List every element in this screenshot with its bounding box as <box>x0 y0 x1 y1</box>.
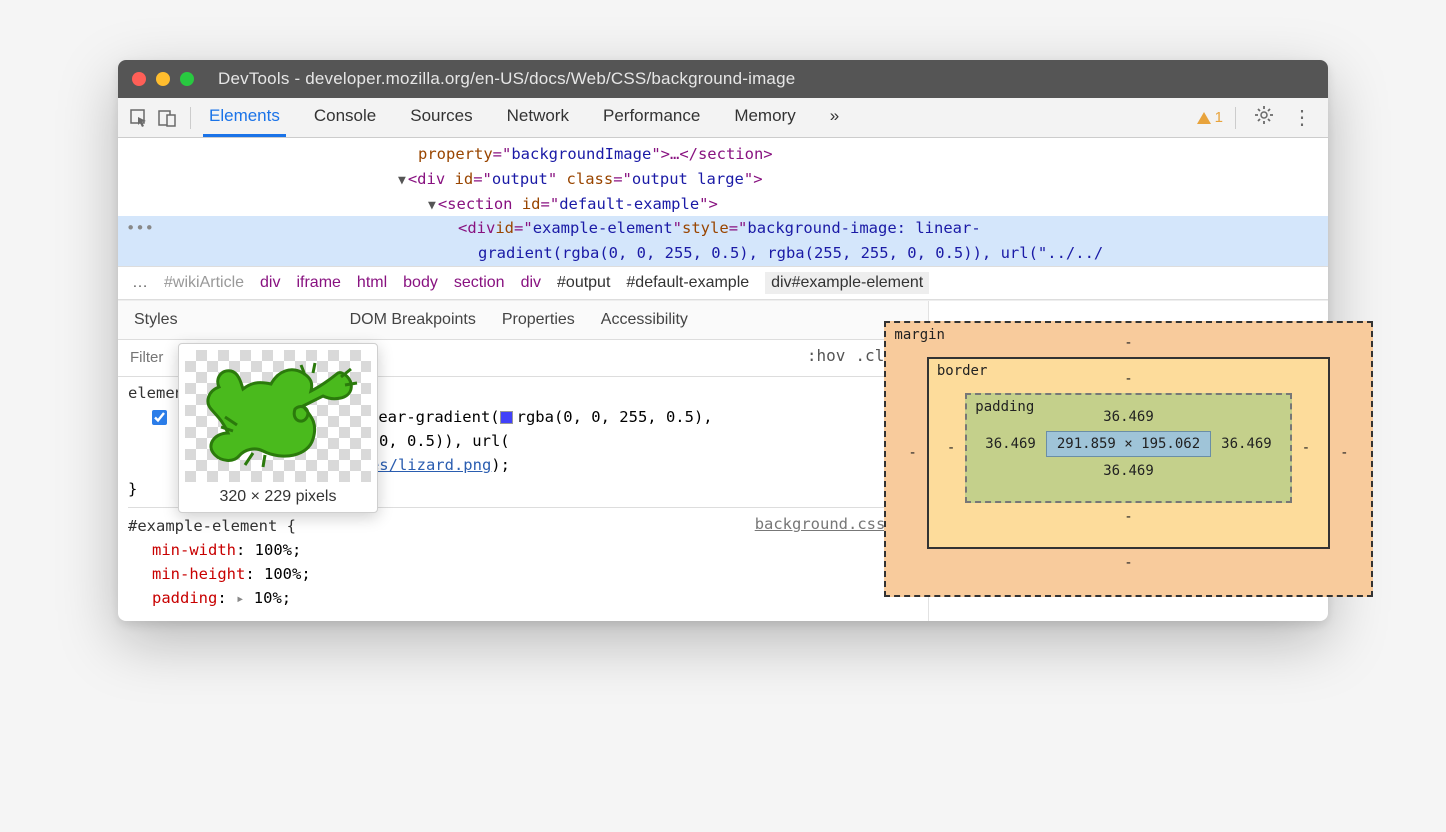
property-value[interactable]: 10% <box>254 589 282 607</box>
property-toggle-checkbox[interactable] <box>152 410 167 425</box>
image-dimensions-label: 320 × 229 pixels <box>185 488 371 506</box>
rule-example-element[interactable]: #example-element { background.css:1 min-… <box>128 507 918 611</box>
breadcrumb-item[interactable]: iframe <box>296 274 340 292</box>
warnings-count: 1 <box>1215 109 1223 126</box>
subtab-hidden <box>204 311 324 329</box>
tab-network[interactable]: Network <box>501 98 575 137</box>
device-toggle-icon[interactable] <box>156 107 178 129</box>
elements-tree[interactable]: property="backgroundImage">…</section> ▼… <box>118 138 1328 266</box>
margin-bottom-value: - <box>908 555 1348 571</box>
breadcrumb-item[interactable]: div <box>260 274 280 292</box>
color-value-1[interactable]: rgba(0, 0, 255, 0.5) <box>517 408 704 426</box>
expand-shorthand-icon[interactable]: ▸ <box>236 591 244 607</box>
titlebar: DevTools - developer.mozilla.org/en-US/d… <box>118 60 1328 98</box>
breadcrumb-item[interactable]: #default-example <box>626 274 749 292</box>
rule-selector: #example-element { <box>128 517 296 535</box>
tab-performance[interactable]: Performance <box>597 98 706 137</box>
styles-subtabs: Styles DOM Breakpoints Properties Access… <box>118 301 928 340</box>
zoom-window-button[interactable] <box>180 72 194 86</box>
breadcrumb-item[interactable]: section <box>454 274 505 292</box>
property-value[interactable]: 100% <box>255 541 292 559</box>
subtab-properties[interactable]: Properties <box>502 311 575 329</box>
box-model-margin[interactable]: margin - - border - - padding 36.469 <box>884 321 1372 597</box>
breadcrumb-item[interactable]: #wikiArticle <box>164 274 244 292</box>
tab-console[interactable]: Console <box>308 98 382 137</box>
breadcrumb-item[interactable]: html <box>357 274 387 292</box>
property-value[interactable]: 100% <box>264 565 301 583</box>
computed-pane: margin - - border - - padding 36.469 <box>928 301 1328 621</box>
breadcrumb-item[interactable]: #output <box>557 274 610 292</box>
source-file-link[interactable]: background.css:1 <box>755 512 904 536</box>
box-model-content[interactable]: 291.859 × 195.062 <box>1046 431 1211 457</box>
close-window-button[interactable] <box>132 72 146 86</box>
devtools-window: DevTools - developer.mozilla.org/en-US/d… <box>118 60 1328 621</box>
property-name[interactable]: min-height <box>152 565 245 583</box>
collapsed-dots-icon[interactable]: ••• <box>126 216 154 241</box>
subtab-accessibility[interactable]: Accessibility <box>601 311 688 329</box>
breadcrumb-item[interactable]: div <box>521 274 541 292</box>
border-label: border <box>937 363 988 379</box>
image-preview-tooltip: 320 × 229 pixels <box>178 343 378 513</box>
hov-toggle[interactable]: :hov <box>807 346 846 370</box>
margin-top-value: - <box>908 335 1348 351</box>
box-model-border[interactable]: border - - padding 36.469 36.469 291.859… <box>927 357 1330 549</box>
box-model-diagram[interactable]: margin - - border - - padding 36.469 <box>884 321 1372 597</box>
tab-memory[interactable]: Memory <box>728 98 801 137</box>
settings-icon[interactable] <box>1248 105 1280 131</box>
breadcrumb-overflow-icon[interactable]: … <box>132 274 148 292</box>
property-name[interactable]: padding <box>152 589 217 607</box>
breadcrumb-item[interactable]: body <box>403 274 438 292</box>
margin-left-value: - <box>908 445 916 461</box>
toolbar-divider <box>190 107 191 129</box>
box-model-padding[interactable]: padding 36.469 36.469 291.859 × 195.062 … <box>965 393 1291 503</box>
padding-right-value: 36.469 <box>1221 436 1272 452</box>
margin-label: margin <box>894 327 945 343</box>
warning-icon <box>1197 112 1211 124</box>
main-toolbar: Elements Console Sources Network Perform… <box>118 98 1328 138</box>
dom-line[interactable]: ▼<div id="output" class="output large"> <box>118 167 1328 192</box>
padding-left-value: 36.469 <box>985 436 1036 452</box>
border-right-value: - <box>1302 440 1310 456</box>
tab-elements[interactable]: Elements <box>203 98 286 137</box>
dom-line-selected-2[interactable]: gradient(rgba(0, 0, 255, 0.5), rgba(255,… <box>118 241 1328 266</box>
padding-label: padding <box>975 399 1034 415</box>
margin-right-value: - <box>1340 445 1348 461</box>
breadcrumb-item-selected[interactable]: div#example-element <box>765 272 929 294</box>
dom-line[interactable]: ▼<section id="default-example"> <box>118 192 1328 217</box>
panel-tabs: Elements Console Sources Network Perform… <box>203 98 1191 137</box>
tab-sources[interactable]: Sources <box>404 98 478 137</box>
border-top-value: - <box>947 371 1310 387</box>
dom-line[interactable]: property="backgroundImage">…</section> <box>118 142 1328 167</box>
tabs-overflow[interactable]: » <box>824 98 845 137</box>
subtab-dom-breakpoints[interactable]: DOM Breakpoints <box>350 311 476 329</box>
warnings-badge[interactable]: 1 <box>1197 109 1223 126</box>
color-swatch-icon[interactable] <box>500 411 513 424</box>
traffic-lights <box>132 72 194 86</box>
window-title: DevTools - developer.mozilla.org/en-US/d… <box>218 69 795 89</box>
property-name[interactable]: min-width <box>152 541 236 559</box>
border-left-value: - <box>947 440 955 456</box>
border-bottom-value: - <box>947 509 1310 525</box>
breadcrumb[interactable]: … #wikiArticle div iframe html body sect… <box>118 266 1328 300</box>
toolbar-divider-2 <box>1235 107 1236 129</box>
inspect-element-icon[interactable] <box>128 107 150 129</box>
minimize-window-button[interactable] <box>156 72 170 86</box>
subtab-styles[interactable]: Styles <box>134 311 178 329</box>
dom-line-selected[interactable]: ••• <div id="example-element" style="bac… <box>118 216 1328 241</box>
more-icon[interactable]: ⋮ <box>1286 105 1318 130</box>
image-thumbnail <box>185 350 371 482</box>
padding-bottom-value: 36.469 <box>985 463 1271 479</box>
